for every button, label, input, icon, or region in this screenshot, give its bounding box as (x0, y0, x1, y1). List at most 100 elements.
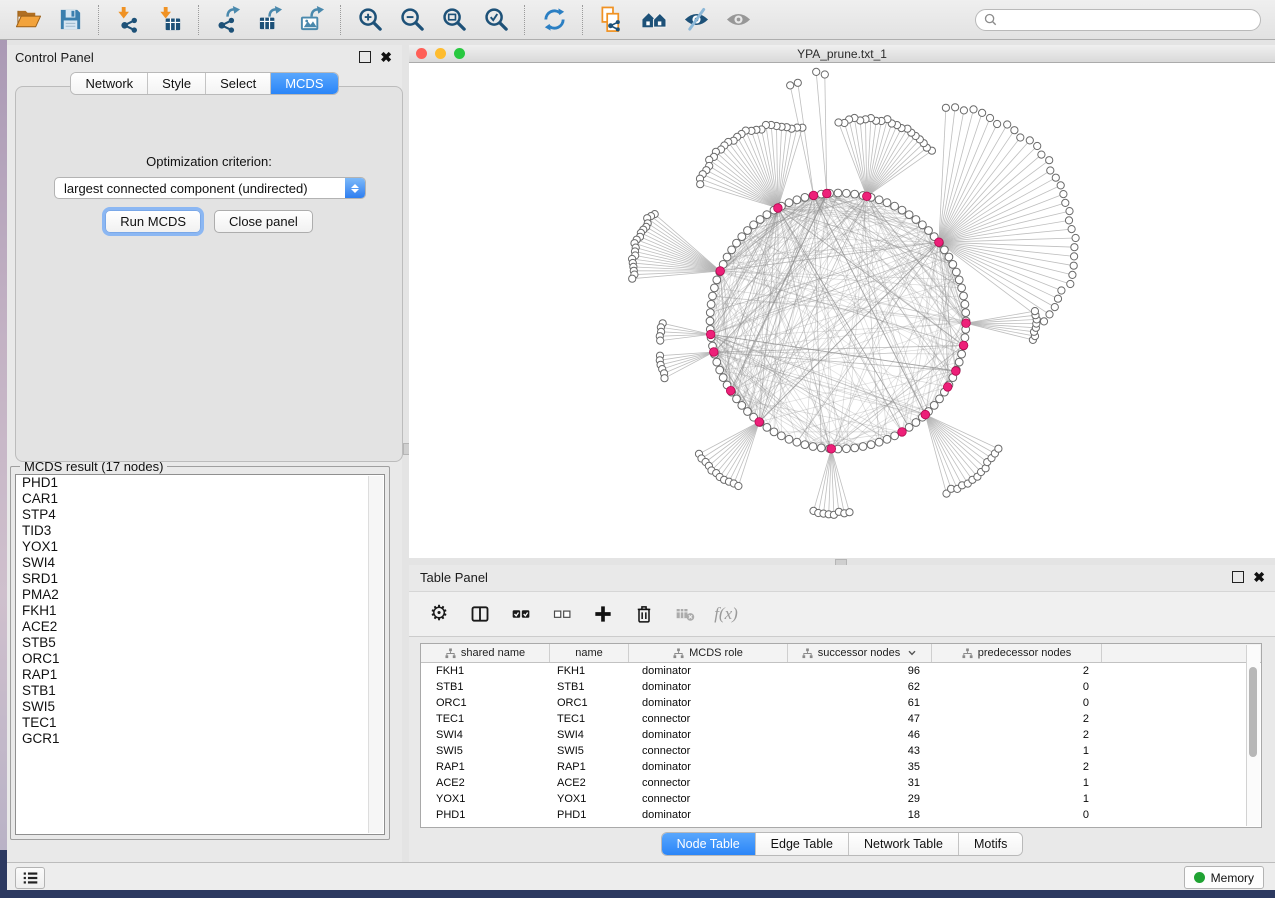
cell: connector (629, 793, 788, 805)
table-row[interactable]: STB1STB1dominator620 (421, 679, 1261, 695)
run-mcds-button[interactable]: Run MCDS (105, 210, 201, 233)
toolbar-group (526, 5, 582, 35)
window-zoom-icon[interactable] (454, 48, 465, 59)
table-row[interactable]: FKH1FKH1dominator962 (421, 663, 1261, 679)
cell: dominator (629, 809, 788, 821)
mcds-result-item[interactable]: SRD1 (16, 571, 384, 587)
mcds-list-scrollbar[interactable] (368, 476, 383, 833)
float-icon[interactable] (1232, 571, 1244, 583)
gear-icon[interactable]: ⚙ (427, 602, 451, 626)
tab-network-table[interactable]: Network Table (849, 833, 959, 855)
cell: 31 (788, 777, 932, 789)
column-header-shared-name[interactable]: shared name (421, 644, 550, 662)
import-table-icon[interactable] (155, 5, 185, 35)
zoom-selected-icon[interactable] (481, 5, 511, 35)
refresh-icon[interactable] (539, 5, 569, 35)
columns-icon[interactable] (468, 602, 492, 626)
export-table-icon[interactable] (255, 5, 285, 35)
mcds-panel: Optimization criterion: largest connecte… (15, 86, 403, 462)
open-file-icon[interactable] (13, 5, 43, 35)
tab-network[interactable]: Network (71, 73, 148, 94)
desktop-wallpaper-left (0, 0, 7, 850)
add-icon[interactable] (591, 602, 615, 626)
tab-mcds[interactable]: MCDS (271, 73, 337, 94)
mcds-result-item[interactable]: FKH1 (16, 603, 384, 619)
table-row[interactable]: ACE2ACE2connector311 (421, 775, 1261, 791)
window-minimize-icon[interactable] (435, 48, 446, 59)
cell: TEC1 (550, 713, 629, 725)
table-row[interactable]: SWI4SWI4dominator462 (421, 727, 1261, 743)
cell: connector (629, 713, 788, 725)
mcds-result-item[interactable]: YOX1 (16, 539, 384, 555)
table-row[interactable]: ORC1ORC1dominator610 (421, 695, 1261, 711)
mcds-result-item[interactable]: RAP1 (16, 667, 384, 683)
zoom-out-icon[interactable] (397, 5, 427, 35)
cell: ORC1 (550, 697, 629, 709)
network-canvas[interactable] (409, 63, 1275, 558)
control-panel: Control Panel ✖ NetworkStyleSelectMCDS O… (7, 45, 402, 862)
select-all-icon[interactable] (509, 602, 533, 626)
mcds-result-item[interactable]: STB5 (16, 635, 384, 651)
close-panel-button[interactable]: Close panel (214, 210, 313, 233)
mcds-result-item[interactable]: ACE2 (16, 619, 384, 635)
mcds-result-item[interactable]: SWI4 (16, 555, 384, 571)
table-scrollbar[interactable] (1246, 645, 1260, 826)
mcds-result-item[interactable]: PMA2 (16, 587, 384, 603)
column-header-name[interactable]: name (550, 644, 629, 662)
unselect-all-icon[interactable] (550, 602, 574, 626)
save-session-icon[interactable] (55, 5, 85, 35)
window-close-icon[interactable] (416, 48, 427, 59)
cell: TEC1 (421, 713, 550, 725)
mcds-result-item[interactable]: SWI5 (16, 699, 384, 715)
cell: PHD1 (550, 809, 629, 821)
mcds-result-item[interactable]: STP4 (16, 507, 384, 523)
table-row[interactable]: TEC1TEC1connector472 (421, 711, 1261, 727)
table-row[interactable]: PHD1PHD1dominator180 (421, 807, 1261, 823)
export-image-icon[interactable] (297, 5, 327, 35)
search-input[interactable] (975, 9, 1261, 31)
optimization-criterion-select[interactable]: largest connected component (undirected) (54, 177, 366, 199)
column-header-MCDS-role[interactable]: MCDS role (629, 644, 788, 662)
task-history-button[interactable] (15, 867, 45, 889)
cell: SWI4 (421, 729, 550, 741)
scrollbar-thumb[interactable] (1249, 667, 1257, 757)
table-row[interactable]: YOX1YOX1connector291 (421, 791, 1261, 807)
memory-button[interactable]: Memory (1184, 866, 1264, 889)
table-row[interactable]: SWI5SWI5connector431 (421, 743, 1261, 759)
eye-slash-icon[interactable] (681, 5, 711, 35)
vertical-splitter[interactable] (402, 45, 409, 862)
trash-icon[interactable] (632, 602, 656, 626)
zoom-in-icon[interactable] (355, 5, 385, 35)
mcds-result-list[interactable]: PHD1CAR1STP4TID3YOX1SWI4SRD1PMA2FKH1ACE2… (15, 474, 385, 835)
tab-select[interactable]: Select (206, 73, 271, 94)
mcds-result-item[interactable]: STB1 (16, 683, 384, 699)
clone-network-icon[interactable] (597, 5, 627, 35)
tab-style[interactable]: Style (148, 73, 206, 94)
table-row[interactable]: RAP1RAP1dominator352 (421, 759, 1261, 775)
cell: STB1 (550, 681, 629, 693)
mcds-result-item[interactable]: CAR1 (16, 491, 384, 507)
column-header-predecessor-nodes[interactable]: predecessor nodes (932, 644, 1102, 662)
mcds-result-item[interactable]: TEC1 (16, 715, 384, 731)
close-icon[interactable]: ✖ (380, 52, 392, 62)
houses-icon[interactable] (639, 5, 669, 35)
export-network-icon[interactable] (213, 5, 243, 35)
tab-motifs[interactable]: Motifs (959, 833, 1022, 855)
import-network-icon[interactable] (113, 5, 143, 35)
node-table: shared namenameMCDS rolesuccessor nodesp… (420, 643, 1262, 828)
zoom-fit-icon[interactable] (439, 5, 469, 35)
mcds-result-item[interactable]: TID3 (16, 523, 384, 539)
eye-icon[interactable] (723, 5, 753, 35)
cell: YOX1 (421, 793, 550, 805)
column-header-successor-nodes[interactable]: successor nodes (788, 644, 932, 662)
mcds-result-item[interactable]: ORC1 (16, 651, 384, 667)
mcds-result-item[interactable]: GCR1 (16, 731, 384, 747)
float-icon[interactable] (359, 51, 371, 63)
mcds-result-item[interactable]: PHD1 (16, 475, 384, 491)
tab-node-table[interactable]: Node Table (662, 833, 756, 855)
network-view-window: YPA_prune.txt_1 (409, 45, 1275, 558)
search-field[interactable] (1002, 12, 1252, 28)
tab-edge-table[interactable]: Edge Table (756, 833, 849, 855)
close-icon[interactable]: ✖ (1253, 572, 1265, 582)
horizontal-splitter[interactable] (409, 558, 1275, 565)
